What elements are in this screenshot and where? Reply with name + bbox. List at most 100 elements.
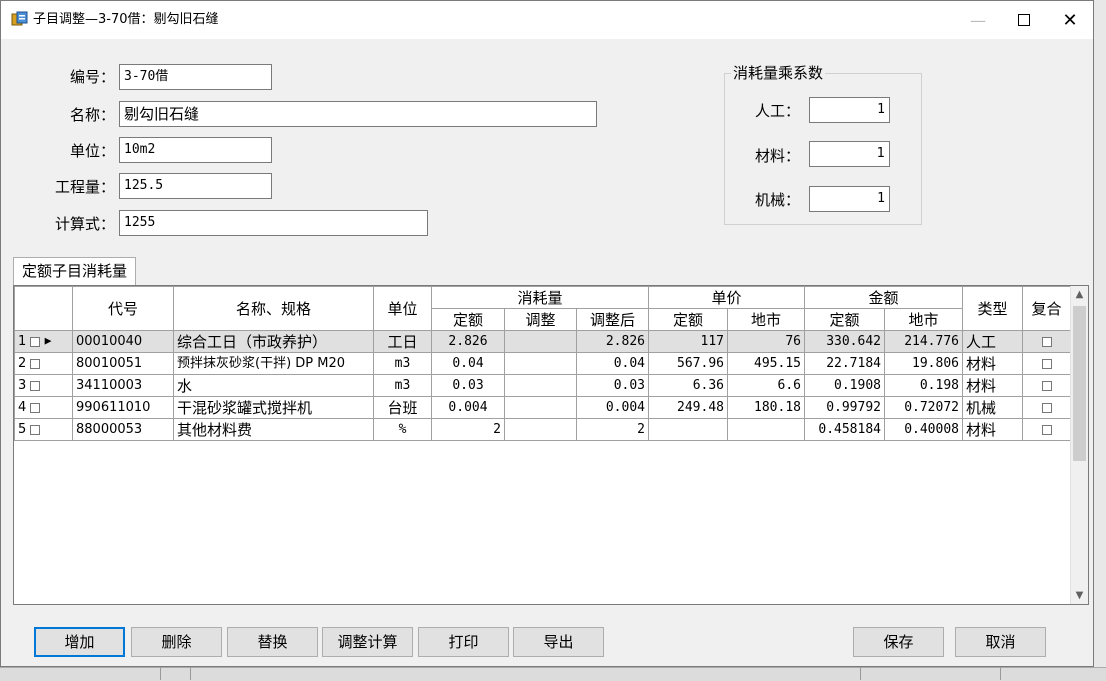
row-checkbox[interactable] [30, 402, 41, 413]
quantity-field[interactable]: 125.5 [119, 173, 272, 199]
table-row[interactable]: 1 ▶ 00010040 综合工日（市政养护） 工日 2.826 2.826 1… [14, 330, 1071, 353]
cell-cons-adjusted[interactable]: 0.004 [576, 396, 649, 419]
composite-checkbox[interactable] [1041, 358, 1052, 369]
cell-price-local[interactable]: 76 [727, 330, 805, 353]
cell-amount-local[interactable]: 0.198 [884, 374, 963, 397]
cell-cons-quota[interactable]: 0.04 [431, 352, 505, 375]
formula-field[interactable]: 1255 [119, 210, 428, 236]
col-header-code[interactable]: 代号 [72, 286, 174, 331]
add-button[interactable]: 增加 [34, 627, 125, 657]
unit-field[interactable]: 10m2 [119, 137, 272, 163]
cell-amount-local[interactable]: 0.72072 [884, 396, 963, 419]
cell-composite[interactable] [1022, 396, 1071, 419]
cell-unit[interactable]: 台班 [373, 396, 432, 419]
cell-cons-quota[interactable]: 2 [431, 418, 505, 441]
minimize-icon[interactable]: — [955, 1, 1001, 39]
cell-name[interactable]: 水 [173, 374, 374, 397]
cell-type[interactable]: 人工 [962, 330, 1023, 353]
cell-composite[interactable] [1022, 418, 1071, 441]
row-number-cell[interactable]: 3 [14, 374, 73, 397]
cell-amount-quota[interactable]: 22.7184 [804, 352, 885, 375]
col-header-cons-quota[interactable]: 定额 [431, 308, 505, 331]
row-number-cell[interactable]: 1 ▶ [14, 330, 73, 353]
col-header-name[interactable]: 名称、规格 [173, 286, 374, 331]
scroll-down-icon[interactable]: ▼ [1071, 587, 1088, 604]
col-header-composite[interactable]: 复合 [1022, 286, 1071, 331]
row-number-cell[interactable]: 2 [14, 352, 73, 375]
table-row[interactable]: 4 990611010 干混砂浆罐式搅拌机 台班 0.004 0.004 249… [14, 396, 1071, 419]
cell-type[interactable]: 材料 [962, 374, 1023, 397]
material-coef-field[interactable]: 1 [809, 141, 890, 167]
cell-amount-local[interactable]: 0.40008 [884, 418, 963, 441]
print-button[interactable]: 打印 [418, 627, 509, 657]
cell-amount-quota[interactable]: 0.99792 [804, 396, 885, 419]
cell-type[interactable]: 机械 [962, 396, 1023, 419]
cell-unit[interactable]: 工日 [373, 330, 432, 353]
cell-cons-quota[interactable]: 0.004 [431, 396, 505, 419]
cell-price-quota[interactable]: 6.36 [648, 374, 728, 397]
row-number-cell[interactable]: 5 [14, 418, 73, 441]
table-row[interactable]: 2 80010051 预拌抹灰砂浆(干拌) DP M20 m3 0.04 0.0… [14, 352, 1071, 375]
composite-checkbox[interactable] [1041, 424, 1052, 435]
row-number-cell[interactable]: 4 [14, 396, 73, 419]
cell-code[interactable]: 990611010 [72, 396, 174, 419]
export-button[interactable]: 导出 [513, 627, 604, 657]
name-field[interactable]: 剔勾旧石缝 [119, 101, 597, 127]
cell-name[interactable]: 干混砂浆罐式搅拌机 [173, 396, 374, 419]
save-button[interactable]: 保存 [853, 627, 944, 657]
cell-cons-adjusted[interactable]: 2 [576, 418, 649, 441]
cell-price-quota[interactable]: 249.48 [648, 396, 728, 419]
consumption-grid[interactable]: 代号 名称、规格 单位 消耗量 单价 金额 类型 复合 定额 调整 调整后 定额… [13, 285, 1089, 605]
row-checkbox[interactable] [30, 336, 41, 347]
cell-amount-local[interactable]: 19.806 [884, 352, 963, 375]
cell-name[interactable]: 预拌抹灰砂浆(干拌) DP M20 [173, 352, 374, 375]
col-header-cons-adjusted[interactable]: 调整后 [576, 308, 649, 331]
cell-unit[interactable]: % [373, 418, 432, 441]
cell-composite[interactable] [1022, 352, 1071, 375]
col-header-price-quota[interactable]: 定额 [648, 308, 728, 331]
cell-type[interactable]: 材料 [962, 352, 1023, 375]
composite-checkbox[interactable] [1041, 380, 1052, 391]
cell-composite[interactable] [1022, 374, 1071, 397]
table-row[interactable]: 3 34110003 水 m3 0.03 0.03 6.36 6.6 0.190… [14, 374, 1071, 397]
code-field[interactable]: 3-70借 [119, 64, 272, 90]
grid-vertical-scrollbar[interactable]: ▲ ▼ [1070, 286, 1088, 604]
cell-amount-quota[interactable]: 0.458184 [804, 418, 885, 441]
col-header-cons-adjust[interactable]: 调整 [504, 308, 577, 331]
cell-price-quota[interactable] [648, 418, 728, 441]
maximize-icon[interactable] [1001, 1, 1047, 39]
cell-price-local[interactable]: 6.6 [727, 374, 805, 397]
cell-cons-adjusted[interactable]: 2.826 [576, 330, 649, 353]
delete-button[interactable]: 删除 [131, 627, 222, 657]
cell-amount-local[interactable]: 214.776 [884, 330, 963, 353]
cell-composite[interactable] [1022, 330, 1071, 353]
close-icon[interactable]: ✕ [1047, 1, 1093, 39]
cell-code[interactable]: 34110003 [72, 374, 174, 397]
cell-price-quota[interactable]: 567.96 [648, 352, 728, 375]
cell-unit[interactable]: m3 [373, 374, 432, 397]
col-header-type[interactable]: 类型 [962, 286, 1023, 331]
composite-checkbox[interactable] [1041, 336, 1052, 347]
replace-button[interactable]: 替换 [227, 627, 318, 657]
col-header-price-local[interactable]: 地市 [727, 308, 805, 331]
cell-cons-adjusted[interactable]: 0.03 [576, 374, 649, 397]
cell-price-local[interactable] [727, 418, 805, 441]
cell-cons-adjust[interactable] [504, 396, 577, 419]
cell-cons-adjust[interactable] [504, 374, 577, 397]
cell-code[interactable]: 88000053 [72, 418, 174, 441]
cell-unit[interactable]: m3 [373, 352, 432, 375]
cell-cons-adjust[interactable] [504, 418, 577, 441]
machine-coef-field[interactable]: 1 [809, 186, 890, 212]
cell-price-quota[interactable]: 117 [648, 330, 728, 353]
title-bar[interactable]: 子目调整—3-70借：剔勾旧石缝 — ✕ [1, 1, 1093, 39]
cell-cons-quota[interactable]: 0.03 [431, 374, 505, 397]
cell-name[interactable]: 综合工日（市政养护） [173, 330, 374, 353]
adjust-calc-button[interactable]: 调整计算 [322, 627, 413, 657]
col-header-amount-quota[interactable]: 定额 [804, 308, 885, 331]
row-checkbox[interactable] [30, 424, 41, 435]
cell-price-local[interactable]: 495.15 [727, 352, 805, 375]
tab-quota-consumption[interactable]: 定额子目消耗量 [13, 257, 137, 285]
cell-code[interactable]: 80010051 [72, 352, 174, 375]
cancel-button[interactable]: 取消 [955, 627, 1046, 657]
cell-price-local[interactable]: 180.18 [727, 396, 805, 419]
